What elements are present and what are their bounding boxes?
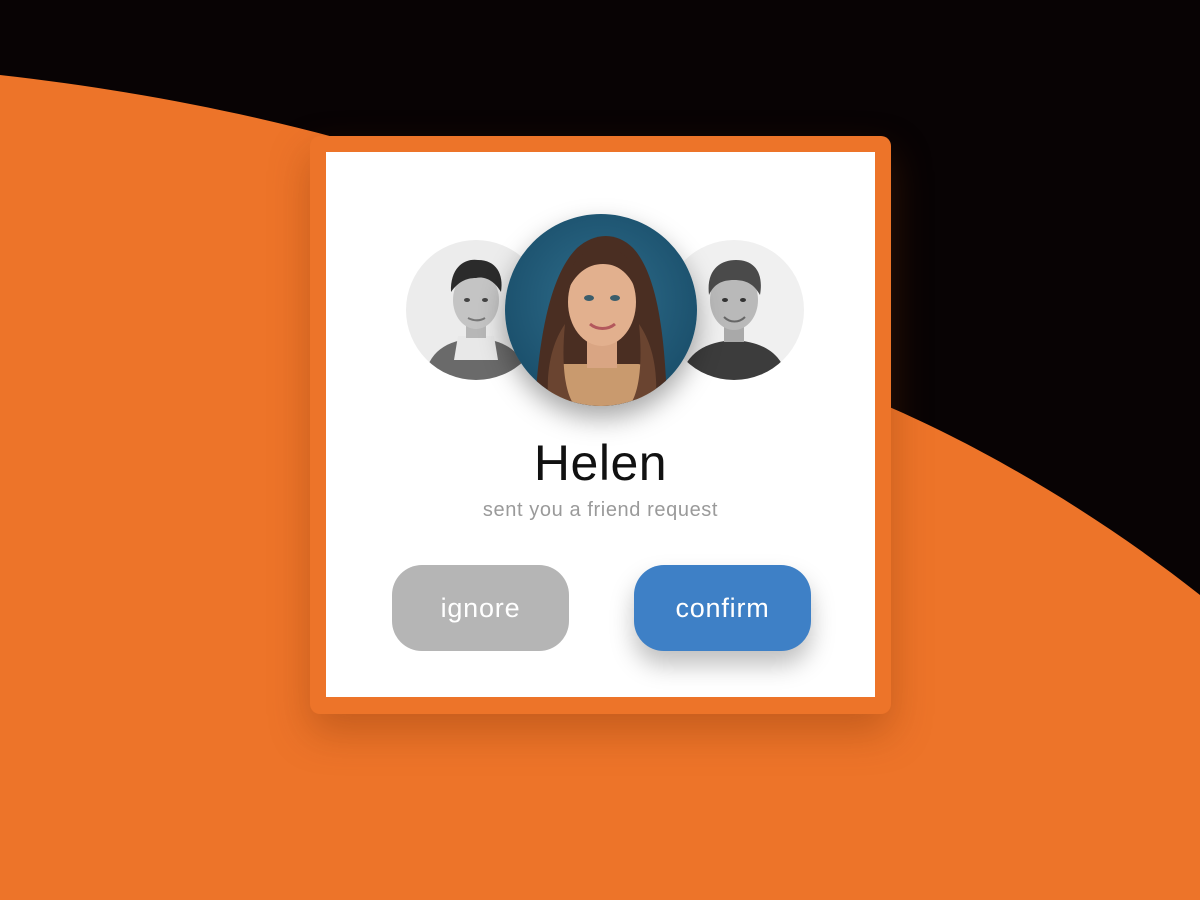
requester-name: Helen [533,435,668,491]
dialog-card: Helen sent you a friend request ignore c… [326,152,875,697]
friend-request-dialog: Helen sent you a friend request ignore c… [310,136,891,714]
confirm-button[interactable]: confirm [634,565,811,651]
request-message: sent you a friend request [482,499,719,521]
avatar-helen[interactable] [505,214,697,406]
ignore-button[interactable]: ignore [392,565,569,651]
